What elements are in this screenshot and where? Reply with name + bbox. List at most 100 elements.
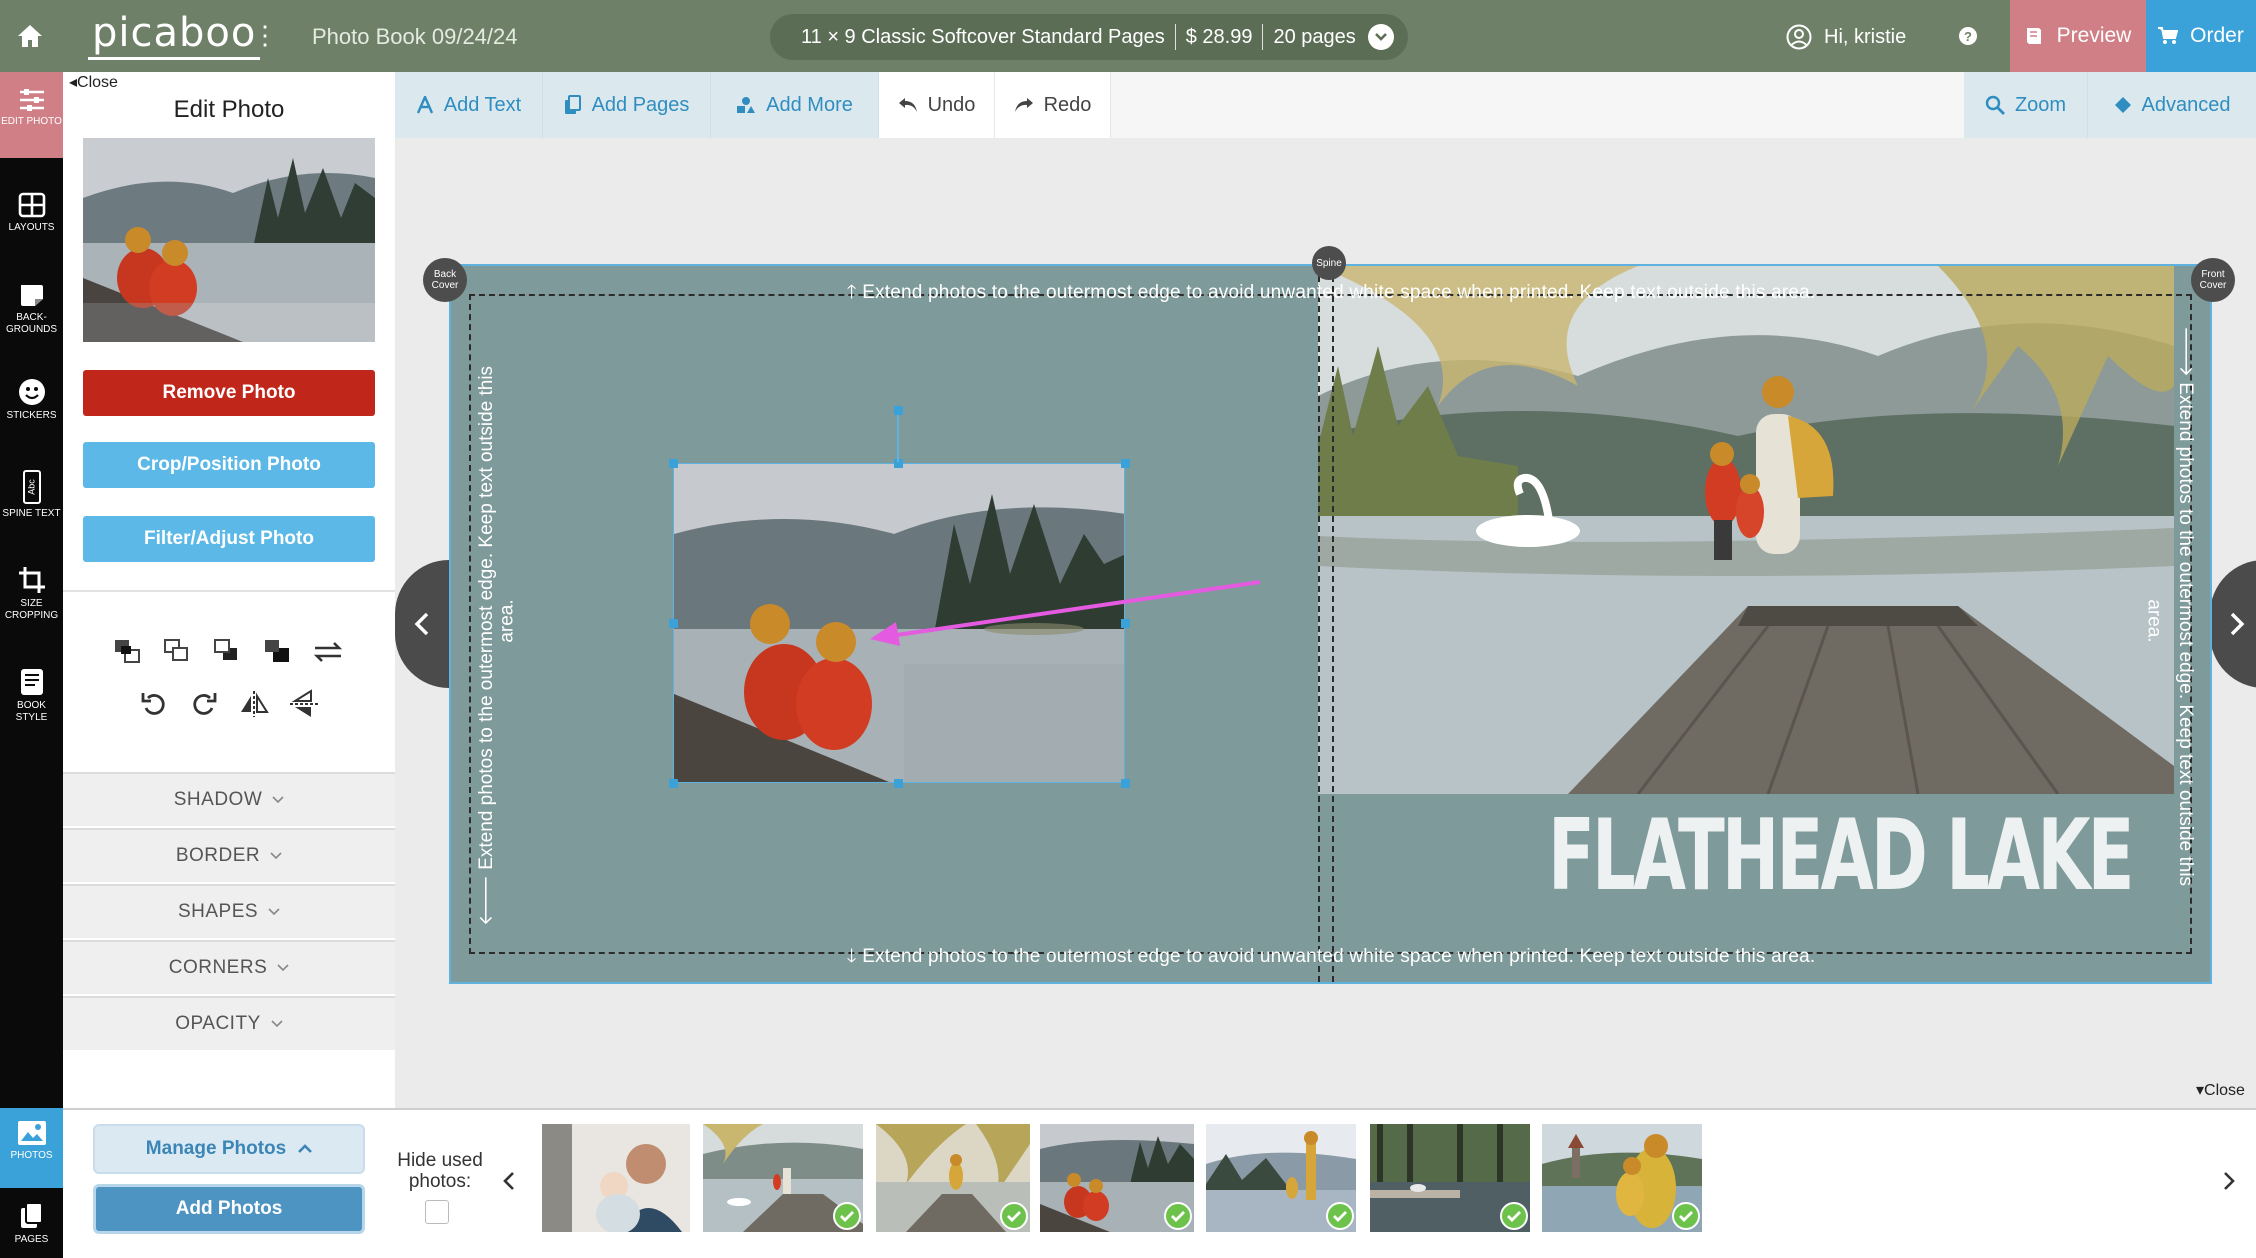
add-photos-button[interactable]: Add Photos [93,1184,365,1234]
rail-label: BOOK STYLE [15,700,48,723]
chevron-down-icon[interactable] [1367,24,1394,50]
resize-handle-bottom-left[interactable] [669,779,678,788]
flip-vertical-icon[interactable] [286,686,322,722]
divider [1262,24,1264,50]
tray-photo-1[interactable] [542,1124,690,1232]
bring-to-front-icon[interactable] [110,634,146,670]
filter-adjust-photo-button[interactable]: Filter/Adjust Photo [83,516,375,562]
rail-label: SPINE TEXT [2,508,61,519]
accordion-border[interactable]: BORDER [63,828,395,882]
add-text-button[interactable]: Add Text [395,72,543,138]
resize-handle-bottom[interactable] [894,779,903,788]
close-panel-link[interactable]: ◂Close [69,72,118,92]
chevron-up-icon [298,1144,313,1153]
account-menu[interactable]: Hi, kristie [1786,24,1906,50]
diamond-icon [2114,97,2131,113]
next-page-button[interactable] [2210,560,2256,688]
used-check-icon [1326,1202,1354,1230]
rail-item-pages[interactable]: PAGES [0,1202,63,1246]
bleed-warning-text: Extend photos to the outermost edge. Kee… [476,365,497,870]
resize-handle-bottom-right[interactable] [1121,779,1130,788]
add-pages-button[interactable]: Add Pages [543,72,711,138]
rail-label: LAYOUTS [8,222,55,233]
flip-horizontal-icon[interactable] [236,686,272,722]
hide-used-checkbox[interactable] [425,1200,449,1224]
preview-label: Preview [2056,24,2132,47]
accordion-corners[interactable]: CORNERS [63,940,395,994]
help-icon[interactable]: ? [1958,26,1978,51]
send-backward-icon[interactable] [210,634,246,670]
manage-photos-button[interactable]: Manage Photos [93,1124,365,1174]
tray-scroll-left-button[interactable] [497,1166,521,1196]
chevron-right-icon [2224,1172,2235,1190]
tray-photo-5[interactable] [1206,1124,1356,1232]
rail-item-stickers[interactable]: STICKERS [0,378,63,422]
crop-position-photo-button[interactable]: Crop/Position Photo [83,442,375,488]
spine-badge: Spine [1312,246,1346,280]
accordion-opacity[interactable]: OPACITY [63,996,395,1050]
resize-handle-left[interactable] [669,619,678,628]
rotate-right-icon[interactable] [186,686,222,722]
remove-photo-button[interactable]: Remove Photo [83,370,375,416]
rail-item-edit-photo[interactable]: EDIT PHOTO [0,72,63,158]
divider [1174,24,1176,50]
close-tray-link[interactable]: ▾Close [2196,1080,2245,1100]
tray-photo-7[interactable] [1542,1124,1702,1232]
rail-item-layouts[interactable]: LAYOUTS [0,192,63,234]
tray-photo-2[interactable] [703,1124,863,1232]
selected-photo-preview [83,138,375,342]
picaboo-logo[interactable]: picaboo [88,12,261,60]
accordion-shadow[interactable]: SHADOW [63,772,395,826]
redo-button[interactable]: Redo [995,72,1111,138]
book-title[interactable]: Photo Book 09/24/24 [312,24,518,50]
rail-item-book-style[interactable]: BOOK STYLE [0,668,63,724]
advanced-button[interactable]: Advanced [2088,72,2256,138]
svg-text:Abc: Abc [26,479,36,495]
divider [63,590,395,592]
bleed-warning-text: Extend photos to the outermost edge to a… [862,282,1816,303]
redo-icon [1014,98,1033,112]
user-icon [1786,24,1812,50]
order-button[interactable]: Order [2146,0,2256,72]
more-menu-icon[interactable]: ⋮ [252,22,278,48]
bring-forward-icon[interactable] [160,634,196,670]
resize-handle-top-left[interactable] [669,459,678,468]
chevron-left-icon [414,612,429,636]
manage-photos-label: Manage Photos [145,1138,287,1159]
rail-item-size-cropping[interactable]: SIZE CROPPING [0,566,63,622]
top-bar: picaboo ⋮ Photo Book 09/24/24 11 × 9 Cla… [0,0,2256,72]
pages-icon [564,95,581,114]
zoom-button[interactable]: Zoom [1964,72,2088,138]
tray-photo-3[interactable] [876,1124,1030,1232]
rotate-handle[interactable] [894,406,903,415]
cover-title-text[interactable]: FLATHEAD LAKE [1548,790,2135,922]
tray-photo-6[interactable] [1370,1124,1530,1232]
greeting-text: Hi, kristie [1824,25,1907,48]
tray-photo-4[interactable] [1040,1124,1194,1232]
preview-button[interactable]: Preview [2010,0,2146,72]
previous-page-button[interactable] [395,560,449,688]
accordion-shapes[interactable]: SHAPES [63,884,395,938]
accordion-label: SHADOW [173,789,263,810]
swap-icon[interactable] [310,634,346,670]
add-more-button[interactable]: Add More [711,72,879,138]
product-selector[interactable]: 11 × 9 Classic Softcover Standard Pages … [770,14,1408,60]
bleed-warning-text: Extend photos to the outermost edge. Kee… [2175,382,2196,887]
book-preview-icon [2026,28,2041,44]
rail-item-spine-text[interactable]: Abc SPINE TEXT [0,470,63,520]
bleed-warning-left: 🡐 Extend photos to the outermost edge. K… [474,326,498,926]
rail-item-photos[interactable]: PHOTOS [0,1108,63,1188]
chevron-down-icon [271,1020,283,1028]
rail-item-backgrounds[interactable]: BACK-GROUNDS [0,282,63,336]
order-label: Order [2190,24,2244,47]
undo-button[interactable]: Undo [879,72,995,138]
tray-scroll-right-button[interactable] [2217,1166,2241,1196]
rotate-left-icon[interactable] [136,686,172,722]
advanced-label: Advanced [2141,93,2231,116]
panel-title: Edit Photo [173,96,285,123]
sliders-icon [19,89,44,111]
home-button[interactable] [0,0,60,72]
home-icon [18,25,42,47]
send-to-back-icon[interactable] [260,634,296,670]
resize-handle-top-right[interactable] [1121,459,1130,468]
